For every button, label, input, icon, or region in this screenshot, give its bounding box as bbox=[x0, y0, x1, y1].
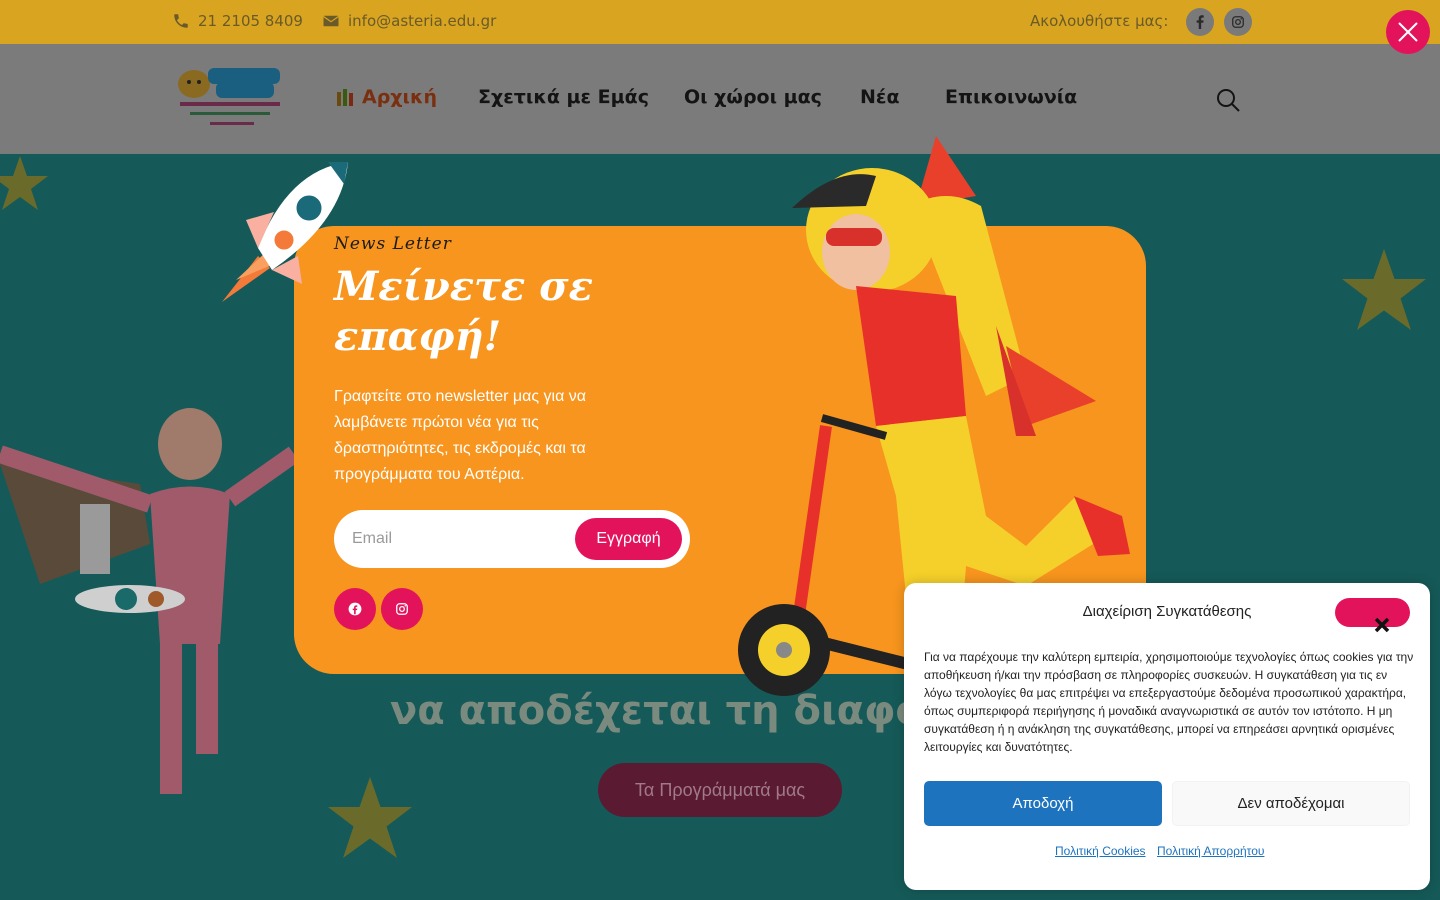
instagram-icon bbox=[1232, 16, 1244, 28]
newsletter-description: Γραφτείτε στο newsletter μας για να λαμβ… bbox=[334, 388, 587, 483]
nav-news[interactable]: Νέα bbox=[860, 86, 900, 108]
instagram-icon bbox=[396, 603, 408, 615]
nav-about[interactable]: Σχετικά με Εμάς bbox=[478, 86, 649, 108]
email-input[interactable] bbox=[352, 522, 562, 556]
nav-spaces[interactable]: Οι χώροι μας bbox=[684, 86, 822, 108]
programs-button[interactable]: Τα Προγράμματά μας bbox=[598, 763, 842, 817]
nav-contact[interactable]: Επικοινωνία bbox=[945, 86, 1077, 108]
nav-home-label: Αρχική bbox=[362, 86, 437, 108]
popup-facebook-link[interactable] bbox=[334, 588, 376, 630]
consent-description: Για να παρέχουμε την καλύτερη εμπειρία, … bbox=[924, 650, 1414, 754]
top-bar: 21 2105 8409 info@asteria.edu.gr Ακολουθ… bbox=[0, 0, 1440, 44]
nav-home[interactable]: Αρχική bbox=[334, 86, 437, 108]
star-decoration bbox=[328, 777, 412, 858]
popup-instagram-link[interactable] bbox=[381, 588, 423, 630]
rocket-illustration bbox=[222, 162, 348, 302]
crayons-icon bbox=[337, 89, 353, 106]
logo-image bbox=[178, 68, 280, 125]
close-popup-button[interactable] bbox=[1386, 10, 1430, 54]
newsletter-title: Μείνετε σε επαφή! bbox=[334, 263, 593, 360]
email-contact[interactable]: info@asteria.edu.gr bbox=[322, 12, 496, 30]
phone-icon bbox=[174, 14, 188, 28]
topbar-facebook-link[interactable] bbox=[1186, 8, 1214, 36]
search-icon bbox=[1217, 89, 1240, 112]
site-header: Αρχική Σχετικά με Εμάς Οι χώροι μας Νέα … bbox=[0, 44, 1440, 154]
email-address: info@asteria.edu.gr bbox=[348, 12, 497, 30]
close-icon bbox=[1398, 22, 1418, 42]
site-logo[interactable] bbox=[172, 64, 284, 132]
star-decoration bbox=[1342, 249, 1426, 330]
follow-label: Ακολουθήστε μας: bbox=[1030, 12, 1169, 30]
topbar-instagram-link[interactable] bbox=[1224, 8, 1252, 36]
girl-with-wings-photo bbox=[0, 408, 294, 794]
phone-number: 21 2105 8409 bbox=[198, 12, 303, 30]
facebook-icon bbox=[348, 602, 362, 616]
phone-contact[interactable]: 21 2105 8409 bbox=[172, 12, 303, 30]
subscribe-button[interactable]: Εγγραφή bbox=[575, 518, 682, 560]
star-decoration bbox=[0, 156, 48, 210]
newsletter-form: Εγγραφή bbox=[334, 510, 690, 568]
search-button[interactable] bbox=[1214, 86, 1242, 114]
accept-button[interactable]: Αποδοχή bbox=[924, 781, 1162, 826]
envelope-icon bbox=[323, 15, 339, 27]
cookie-policy-link[interactable]: Πολιτική Cookies bbox=[1055, 844, 1146, 858]
cookie-consent-panel: Διαχείριση Συγκατάθεσης Για να παρέχουμε… bbox=[904, 583, 1430, 890]
privacy-policy-link[interactable]: Πολιτική Απορρήτου bbox=[1157, 844, 1264, 858]
close-icon[interactable] bbox=[1372, 615, 1392, 635]
deny-button[interactable]: Δεν αποδέχομαι bbox=[1172, 781, 1410, 826]
facebook-icon bbox=[1196, 15, 1204, 29]
